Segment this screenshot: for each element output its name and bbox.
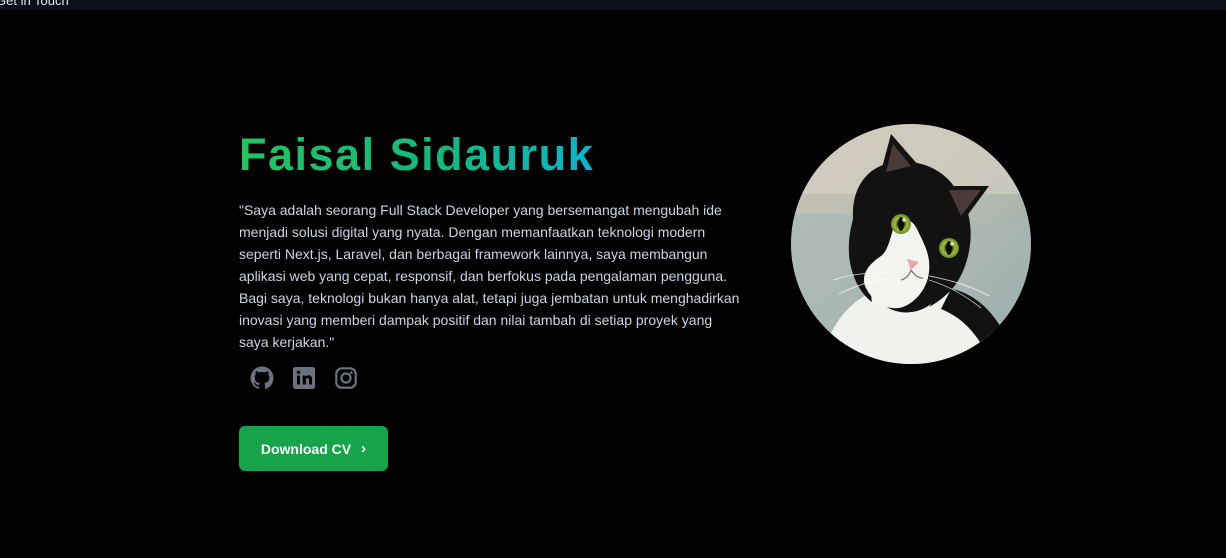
- linkedin-icon: [293, 367, 315, 389]
- instagram-link[interactable]: [334, 366, 358, 390]
- hero-text-section: Faisal Sidauruk "Saya adalah seorang Ful…: [239, 128, 759, 353]
- profile-photo: [791, 124, 1031, 364]
- download-cv-label: Download CV: [260, 440, 352, 457]
- social-links: [250, 365, 358, 391]
- github-link[interactable]: [250, 366, 274, 390]
- cat-photo-image: [791, 124, 1031, 364]
- hero-bio-paragraph: "Saya adalah seorang Full Stack Develope…: [239, 202, 740, 350]
- download-cv-button[interactable]: Download CV ›: [239, 426, 388, 471]
- get-in-touch-link[interactable]: Get in Touch: [0, 0, 69, 8]
- chevron-right-icon: ›: [361, 440, 367, 457]
- github-icon: [250, 366, 274, 389]
- top-navbar: Get in Touch: [0, 0, 1226, 10]
- hero-name-heading: Faisal Sidauruk: [239, 128, 759, 182]
- linkedin-link[interactable]: [292, 366, 316, 390]
- instagram-icon: [335, 367, 357, 389]
